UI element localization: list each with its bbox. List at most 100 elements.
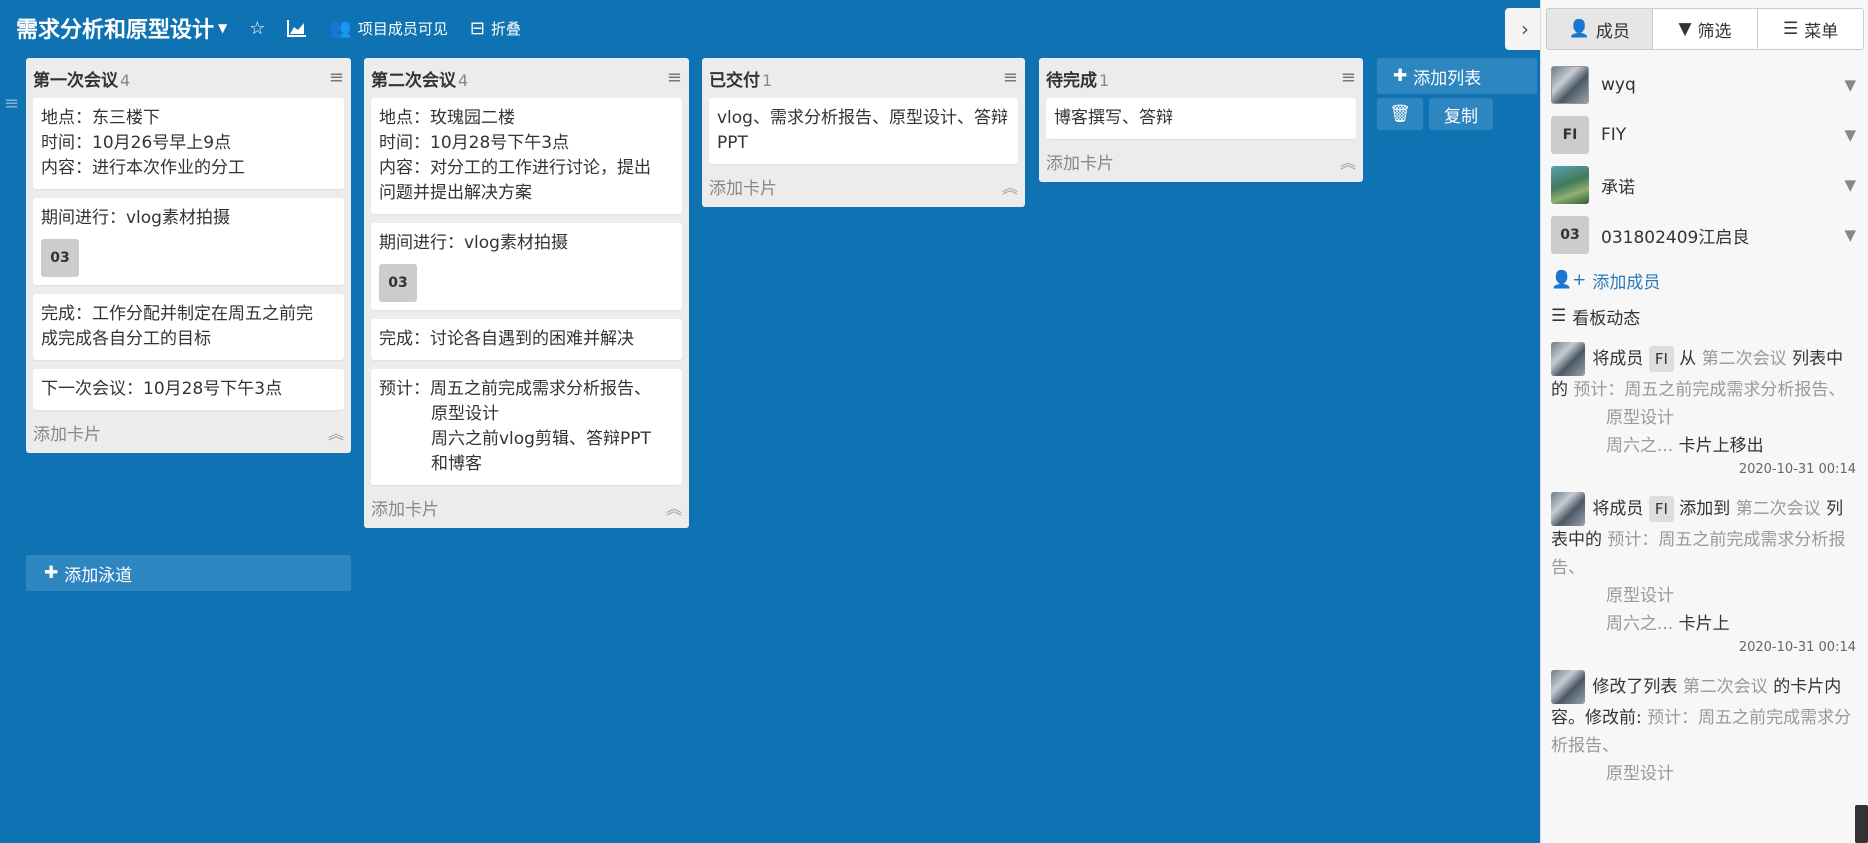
tab-filter[interactable]: ▼ 筛选	[1652, 9, 1759, 49]
activity-list-link[interactable]: 第二次会议	[1702, 349, 1787, 369]
activity-item: 将成员 FI 从 第二次会议 列表中的 预计：周五之前完成需求分析报告、 原型设…	[1541, 334, 1868, 484]
activity-card-line: 周六之...	[1606, 614, 1674, 634]
list-header: 已交付 1 ≡	[709, 58, 1018, 98]
member-item[interactable]: FI FIY ▼	[1541, 110, 1868, 160]
card[interactable]: 地点：玫瑰园二楼 时间：10月28号下午3点 内容：对分工的工作进行讨论，提出 …	[371, 98, 682, 214]
add-card-button[interactable]: 添加卡片	[33, 420, 101, 445]
card-line: 周六之前vlog剪辑、答辩PPT	[431, 429, 651, 449]
visibility-label: 项目成员可见	[357, 19, 448, 38]
area-chart-icon	[287, 20, 307, 37]
board-title-text: 需求分析和原型设计	[16, 18, 215, 43]
hamburger-handle-icon[interactable]: ≡	[4, 95, 19, 113]
card[interactable]: 博客撰写、答辩	[1046, 98, 1356, 139]
user-icon: 👤	[1568, 19, 1590, 39]
filter-icon: ▼	[1678, 19, 1692, 39]
card[interactable]: 地点：东三楼下 时间：10月26号早上9点 内容：进行本次作业的分工	[33, 98, 344, 189]
add-card-button[interactable]: 添加卡片	[1046, 149, 1114, 174]
list-menu-icon[interactable]: ≡	[329, 69, 344, 87]
card[interactable]: 完成：工作分配并制定在周五之前完 成完成各自分工的目标	[33, 294, 344, 360]
avatar[interactable]: FI	[1551, 116, 1589, 154]
avatar[interactable]	[1551, 492, 1585, 526]
list-count: 4	[458, 70, 469, 90]
avatar[interactable]	[1551, 670, 1585, 704]
card-line: 时间：10月28号下午3点	[379, 133, 570, 153]
member-name: FIY	[1601, 125, 1627, 145]
member-chip[interactable]: FI	[1648, 346, 1674, 372]
card[interactable]: 期间进行：vlog素材拍摄 03	[371, 223, 682, 310]
add-member-label: 添加成员	[1592, 272, 1661, 293]
copy-button[interactable]: 复制	[1429, 98, 1493, 130]
collapse-button[interactable]: ⊟ 折叠	[470, 18, 521, 39]
scrollbar-thumb[interactable]	[1855, 805, 1868, 843]
avatar[interactable]: 03	[1551, 216, 1589, 254]
card-line: 期间进行：vlog素材拍摄	[379, 233, 568, 253]
filter-icon[interactable]: ▼	[1844, 226, 1856, 244]
activity-card-link[interactable]: 预计：周五之前完成需求分析报告、	[1573, 380, 1845, 400]
sidebar-tabs: 👤 成员 ▼ 筛选 ☰ 菜单	[1546, 8, 1864, 50]
board-title[interactable]: 需求分析和原型设计 ▼	[16, 12, 227, 44]
member-badge[interactable]: 03	[379, 264, 417, 302]
card[interactable]: 完成：讨论各自遇到的困难并解决	[371, 319, 682, 360]
member-name: wyq	[1601, 75, 1636, 95]
add-card-button[interactable]: 添加卡片	[371, 495, 439, 520]
visibility-button[interactable]: 👥 项目成员可见	[329, 18, 447, 39]
chart-button[interactable]	[287, 19, 307, 37]
trash-icon: 🗑	[1389, 104, 1411, 124]
filter-icon[interactable]: ▼	[1844, 176, 1856, 194]
activity-text: 添加到	[1679, 499, 1731, 519]
member-item[interactable]: 03 031802409江启良 ▼	[1541, 210, 1868, 260]
activity-list-link[interactable]: 第二次会议	[1683, 677, 1768, 697]
card-line: 内容：对分工的工作进行讨论，提出	[379, 158, 651, 178]
double-chevron-up-icon[interactable]: ︽	[666, 495, 682, 519]
add-list-button[interactable]: ✚ 添加列表	[1377, 58, 1537, 94]
double-chevron-up-icon[interactable]: ︽	[1340, 149, 1356, 173]
card[interactable]: vlog、需求分析报告、原型设计、答辩 PPT	[709, 98, 1018, 164]
add-card-button[interactable]: 添加卡片	[709, 174, 777, 199]
list-title[interactable]: 第二次会议	[371, 71, 456, 91]
card[interactable]: 下一次会议：10月28号下午3点	[33, 369, 344, 410]
activity-text: 从	[1679, 349, 1697, 369]
menu-icon: ☰	[1783, 19, 1799, 39]
collapse-label: 折叠	[490, 19, 521, 38]
activity-card-line: 周六之...	[1606, 436, 1674, 456]
add-list-actions: 🗑 复制	[1377, 98, 1493, 130]
avatar[interactable]	[1551, 66, 1589, 104]
filter-icon[interactable]: ▼	[1844, 76, 1856, 94]
double-chevron-up-icon[interactable]: ︽	[1002, 174, 1018, 198]
add-user-icon: 👤+	[1551, 270, 1587, 290]
card[interactable]: 预计：周五之前完成需求分析报告、 原型设计 周六之前vlog剪辑、答辩PPT 和…	[371, 369, 682, 485]
trash-button[interactable]: 🗑	[1377, 98, 1423, 130]
member-item[interactable]: wyq ▼	[1541, 60, 1868, 110]
double-chevron-up-icon[interactable]: ︽	[328, 420, 344, 444]
list-title[interactable]: 第一次会议	[33, 71, 118, 91]
activity-timestamp: 2020-10-31 00:14	[1738, 640, 1856, 655]
list-menu-icon[interactable]: ≡	[667, 69, 682, 87]
member-item[interactable]: 承诺 ▼	[1541, 160, 1868, 210]
tab-menu[interactable]: ☰ 菜单	[1758, 9, 1863, 49]
filter-icon[interactable]: ▼	[1844, 126, 1856, 144]
star-button[interactable]: ☆	[249, 18, 265, 39]
tab-members[interactable]: 👤 成员	[1547, 9, 1653, 49]
avatar[interactable]	[1551, 342, 1585, 376]
list-menu-icon[interactable]: ≡	[1341, 69, 1356, 87]
copy-label: 复制	[1444, 106, 1478, 127]
avatar[interactable]	[1551, 166, 1589, 204]
add-swimlane-button[interactable]: ✚ 添加泳道	[26, 555, 351, 591]
card[interactable]: 期间进行：vlog素材拍摄 03	[33, 198, 344, 285]
add-member-button[interactable]: 👤+ 添加成员	[1541, 262, 1868, 298]
plus-icon: ✚	[44, 563, 59, 583]
card-line: 完成：工作分配并制定在周五之前完	[41, 304, 313, 324]
activity-item: 将成员 FI 添加到 第二次会议 列表中的 预计：周五之前完成需求分析报告、 原…	[1541, 484, 1868, 662]
member-chip[interactable]: FI	[1648, 496, 1674, 522]
sidebar-toggle-button[interactable]: ›	[1505, 8, 1545, 50]
activity-icon: ☰	[1551, 306, 1567, 326]
card-line: 期间进行：vlog素材拍摄	[41, 208, 230, 228]
list-footer: 添加卡片 ︽	[709, 173, 1018, 199]
list-menu-icon[interactable]: ≡	[1003, 69, 1018, 87]
list-count: 1	[1099, 70, 1110, 90]
list-title[interactable]: 待完成	[1046, 71, 1097, 91]
activity-list-link[interactable]: 第二次会议	[1736, 499, 1821, 519]
list-title[interactable]: 已交付	[709, 71, 760, 91]
member-badge[interactable]: 03	[41, 239, 79, 277]
card-line: 下一次会议：10月28号下午3点	[41, 379, 283, 399]
